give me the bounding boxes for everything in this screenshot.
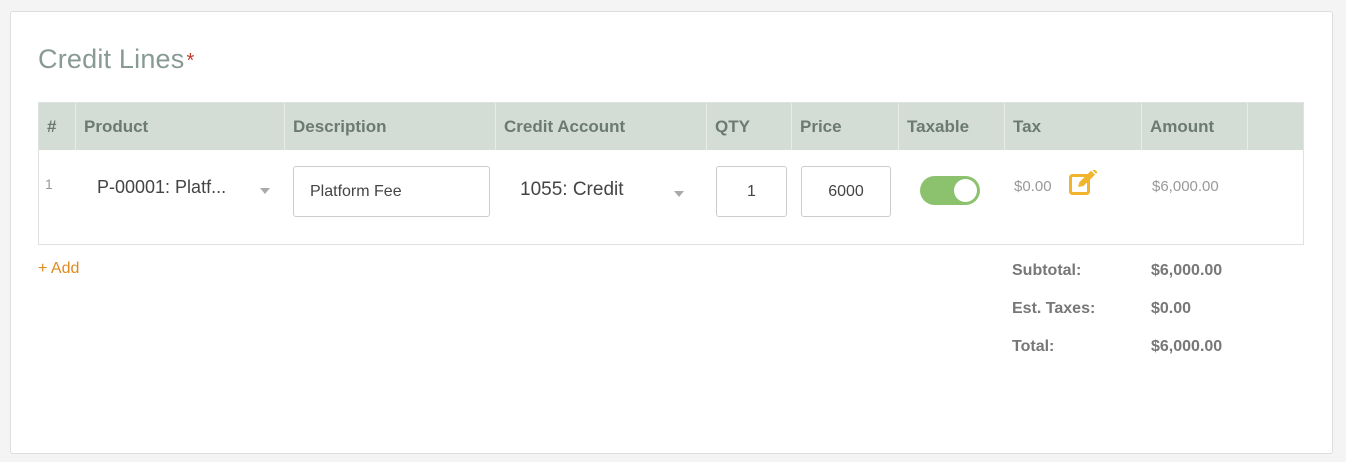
est-taxes-value: $0.00 <box>1151 300 1192 317</box>
chevron-down-icon <box>674 191 684 197</box>
product-select-value: P-00001: Platf... <box>97 177 227 197</box>
amount-value: $6,000.00 <box>1152 178 1219 195</box>
subtotal-value: $6,000.00 <box>1151 262 1223 279</box>
column-header-credit-account: Credit Account <box>495 103 706 150</box>
column-header-actions <box>1247 103 1303 150</box>
taxable-toggle[interactable] <box>920 176 980 205</box>
subtotal-row: Subtotal: $6,000.00 <box>1012 262 1312 300</box>
column-header-qty: QTY <box>706 103 791 150</box>
credit-account-select-value: 1055: Credit <box>520 179 624 200</box>
section-title: Credit Lines * <box>38 44 194 75</box>
est-taxes-row: Est. Taxes: $0.00 <box>1012 300 1312 338</box>
credit-lines-panel: Credit Lines * # Product Description Cred… <box>10 11 1333 454</box>
edit-pencil-icon[interactable] <box>1069 168 1101 196</box>
column-header-taxable: Taxable <box>898 103 1004 150</box>
required-marker: * <box>186 50 195 72</box>
add-line-link[interactable]: + Add <box>38 260 79 278</box>
est-taxes-label: Est. Taxes: <box>1012 300 1096 317</box>
total-row: Total: $6,000.00 <box>1012 338 1312 376</box>
section-title-text: Credit Lines <box>38 44 185 74</box>
row-number: 1 <box>45 176 53 192</box>
column-header-amount: Amount <box>1141 103 1247 150</box>
column-header-description: Description <box>284 103 495 150</box>
totals-summary: Subtotal: $6,000.00 Est. Taxes: $0.00 To… <box>1012 262 1312 376</box>
toggle-knob <box>954 179 977 202</box>
column-header-tax: Tax <box>1004 103 1141 150</box>
qty-input[interactable] <box>716 166 787 217</box>
tax-value: $0.00 <box>1014 178 1052 195</box>
credit-account-select[interactable]: 1055: Credit <box>506 165 700 216</box>
column-header-product: Product <box>75 103 284 150</box>
subtotal-label: Subtotal: <box>1012 262 1082 279</box>
description-input[interactable] <box>293 166 490 217</box>
table-row: 1 P-00001: Platf... 1055: Credit $0.00 <box>39 150 1303 244</box>
column-header-price: Price <box>791 103 898 150</box>
table-header: # Product Description Credit Account QTY… <box>39 103 1303 150</box>
total-value: $6,000.00 <box>1151 338 1223 355</box>
chevron-down-icon <box>260 188 270 194</box>
total-label: Total: <box>1012 338 1055 355</box>
credit-lines-table: # Product Description Credit Account QTY… <box>38 102 1304 245</box>
column-header-number: # <box>47 117 57 136</box>
price-input[interactable] <box>801 166 891 217</box>
product-select[interactable]: P-00001: Platf... <box>83 165 277 216</box>
